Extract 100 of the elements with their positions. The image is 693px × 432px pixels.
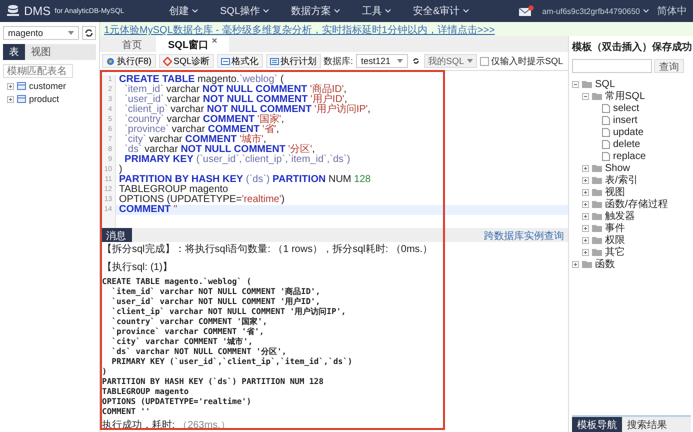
expand-icon[interactable]: [582, 164, 589, 172]
tree-item[interactable]: 函数: [595, 257, 615, 271]
table-name[interactable]: product: [29, 94, 60, 104]
expand-icon[interactable]: [582, 176, 589, 184]
expand-icon[interactable]: [7, 96, 14, 102]
code-line: `user_id` varchar NOT NULL COMMENT '用户ID',: [124, 95, 348, 105]
close-icon[interactable]: [212, 38, 217, 43]
menu-item[interactable]: SQL操作: [211, 4, 278, 18]
caret-icon: [643, 9, 649, 13]
caret-icon: [334, 9, 340, 13]
menu-item[interactable]: 数据方案: [282, 4, 350, 18]
tree-item[interactable]: 常用SQL: [605, 89, 646, 103]
tree-item[interactable]: delete: [613, 138, 640, 150]
tree-item[interactable]: 表/索引: [605, 173, 638, 187]
database-logo-icon: [6, 4, 20, 18]
tree-item[interactable]: select: [613, 102, 640, 114]
expand-icon[interactable]: [582, 188, 589, 196]
checkbox-label[interactable]: 仅输入时提示SQL: [491, 54, 564, 68]
tree-item[interactable]: 其它: [605, 245, 625, 259]
code-line: `ds` varchar NOT NULL COMMENT '分区',: [124, 145, 315, 155]
expand-icon[interactable]: [582, 236, 589, 244]
caret-icon: [385, 9, 392, 13]
collapse-icon[interactable]: [582, 92, 589, 100]
tree-item[interactable]: replace: [613, 150, 646, 162]
database-label: 数据库:: [324, 54, 354, 68]
diamond-icon: [162, 56, 172, 66]
editor-tab[interactable]: SQL窗口: [156, 36, 229, 52]
tree-item[interactable]: SQL: [595, 78, 616, 90]
mail-icon[interactable]: [518, 5, 534, 17]
caret-icon: [462, 9, 469, 13]
toolbar-button[interactable]: 格式化: [216, 54, 263, 68]
code-line: `province` varchar COMMENT '省',: [124, 125, 280, 135]
log-sql-line: TABLEGROUP magento: [102, 387, 190, 397]
log-sql-line: COMMENT '': [102, 407, 152, 417]
search-button[interactable]: 查询: [654, 59, 684, 73]
table-search-field[interactable]: 模糊匹配表名: [3, 64, 73, 78]
tree-item[interactable]: insert: [613, 114, 638, 126]
caret-icon: [192, 9, 198, 13]
caret-icon: [467, 59, 474, 63]
code-line: PARTITION BY HASH KEY (`ds`) PARTITION NUM 128: [118, 175, 372, 185]
tree-item[interactable]: Show: [605, 162, 630, 174]
code-line: ): [118, 165, 124, 175]
log-sql-line: PARTITION BY HASH KEY (`ds`) PARTITION NUM 128: [102, 377, 325, 387]
menu-item[interactable]: 安全&审计: [404, 4, 478, 18]
tab-label[interactable]: 首页: [122, 38, 142, 52]
expand-icon[interactable]: [582, 212, 589, 220]
toolbar-button[interactable]: 执行(F8): [102, 54, 156, 68]
table-icon: [17, 95, 26, 103]
log-sql-line: `city` varchar COMMENT '城市',: [110, 337, 254, 347]
database-select[interactable]: test121: [356, 54, 408, 68]
caret-icon: [397, 59, 404, 63]
editor-tab[interactable]: 首页: [110, 36, 154, 52]
tree-item[interactable]: update: [613, 126, 644, 138]
toolbar-button[interactable]: SQL诊断: [158, 54, 214, 68]
caret-icon: [68, 31, 74, 35]
sql-editor[interactable]: [100, 70, 568, 228]
log-sql-line: `country` varchar COMMENT '国家',: [110, 317, 268, 327]
menu-item[interactable]: 创建: [160, 4, 207, 18]
table-icon: [17, 82, 26, 90]
checkbox[interactable]: [480, 56, 490, 66]
expand-icon[interactable]: [572, 260, 579, 268]
messages-tab[interactable]: 消息: [100, 228, 132, 242]
log-sql-line: PRIMARY KEY (`user_id`,`client_ip`,`item_id`,`ds`): [110, 357, 354, 367]
table-name[interactable]: customer: [29, 81, 66, 91]
menu-item[interactable]: 工具: [353, 4, 400, 18]
log-sql-line: CREATE TABLE magento.`weblog` (: [102, 277, 252, 287]
tab-label[interactable]: SQL窗口: [168, 38, 209, 52]
expand-icon[interactable]: [582, 200, 589, 208]
expand-icon[interactable]: [7, 82, 14, 90]
log-sql-line: `client_ip` varchar NOT NULL COMMENT '用户访问IP',: [110, 307, 347, 317]
tree-item[interactable]: 触发器: [605, 209, 635, 223]
database-select[interactable]: magento: [3, 26, 79, 40]
sidebar-tab[interactable]: 表: [3, 44, 25, 60]
refresh-icon[interactable]: [82, 26, 96, 40]
language-menu[interactable]: 简体中: [657, 4, 687, 18]
code-line: `item_id` varchar NOT NULL COMMENT '商品ID',: [124, 85, 348, 95]
expand-icon[interactable]: [582, 248, 589, 256]
tree-item[interactable]: 视图: [605, 185, 625, 199]
log-sql-line: `province` varchar COMMENT '省',: [110, 327, 266, 337]
expand-icon[interactable]: [582, 224, 589, 232]
cross-instance-query-link[interactable]: 跨数据库实例查询: [480, 228, 568, 242]
log-message: 【拆分sql完成】：将执行sql语句数量: （1 rows），拆分sql耗时: （0ms.）: [102, 245, 434, 255]
refresh-icon[interactable]: [411, 56, 422, 66]
panel-tab[interactable]: 模板导航: [572, 417, 622, 432]
my-sql-dropdown[interactable]: 我的SQL: [424, 54, 478, 68]
promo-link[interactable]: 1元体验MySQL数据仓库 - 毫秒级多维复杂分析，实时指标延时1分钟以内，详情点击>>>: [100, 22, 693, 36]
collapse-icon[interactable]: [572, 80, 579, 88]
product-logo: DMS: [24, 4, 51, 18]
template-search-field[interactable]: [572, 59, 652, 73]
account-menu[interactable]: am-uf6s9c3t2grfb44790650: [538, 6, 653, 16]
tree-item[interactable]: 函数/存储过程: [605, 197, 668, 211]
format-icon: [220, 56, 230, 66]
log-sql-line: OPTIONS (UPDATETYPE='realtime'): [102, 397, 252, 407]
toolbar-button[interactable]: 执行计划: [266, 54, 321, 68]
gear-icon: [106, 56, 115, 66]
log-message: 【执行sql: (1)】: [102, 263, 174, 273]
log-sql-line: `ds` varchar NOT NULL COMMENT '分区',: [110, 347, 288, 357]
code-line: `client_ip` varchar NOT NULL COMMENT '用户访问IP',: [124, 105, 372, 115]
tree-item[interactable]: 事件: [605, 221, 625, 235]
tree-item[interactable]: 权限: [605, 233, 625, 247]
